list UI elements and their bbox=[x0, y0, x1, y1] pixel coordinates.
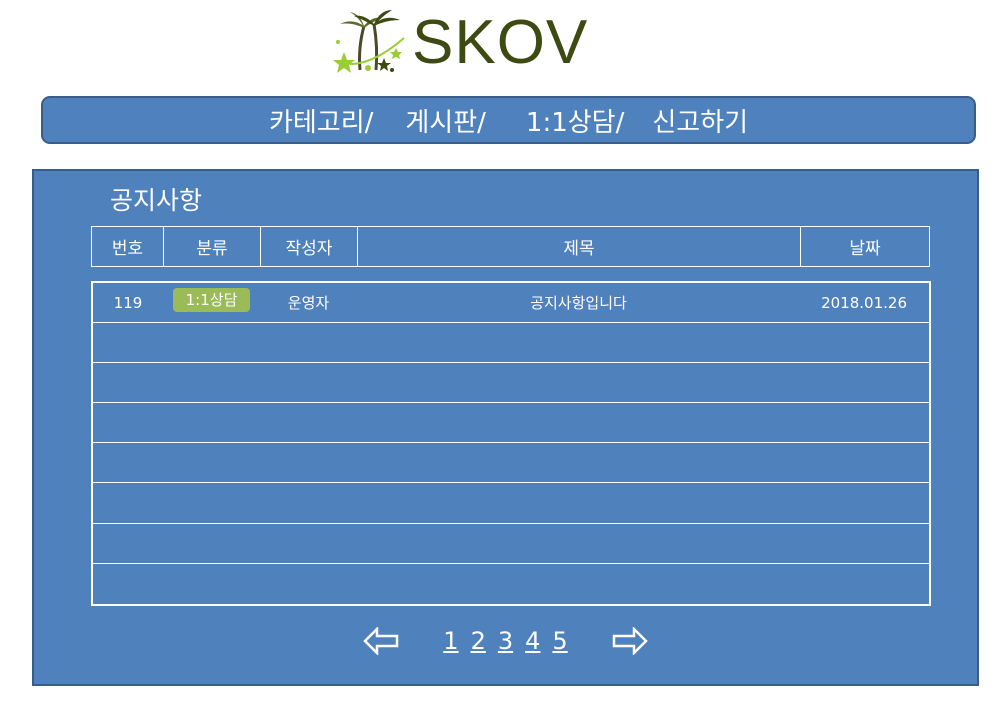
column-header-number: 번호 bbox=[92, 227, 164, 266]
page-3-link[interactable]: 3 bbox=[498, 627, 513, 655]
column-header-subject: 제목 bbox=[358, 227, 801, 266]
top-nav-bar: 카테고리/ 게시판/ 1:1상담/ 신고하기 bbox=[41, 96, 976, 144]
post-list: 119 1:1상담 운영자 공지사항입니다 2018.01.26 bbox=[91, 281, 931, 606]
page-4-link[interactable]: 4 bbox=[525, 627, 540, 655]
table-row bbox=[93, 403, 929, 444]
nav-item-category[interactable]: 카테고리/ bbox=[269, 102, 373, 139]
table-row bbox=[93, 524, 929, 564]
palm-tree-icon bbox=[333, 10, 405, 73]
post-number: 119 bbox=[113, 293, 143, 312]
pagination: 1 2 3 4 5 bbox=[34, 616, 977, 666]
post-category-cell: 1:1상담 bbox=[163, 283, 260, 322]
column-header-category: 분류 bbox=[164, 227, 261, 266]
post-author: 운영자 bbox=[287, 294, 330, 313]
column-header-author: 작성자 bbox=[261, 227, 358, 266]
nav-item-report[interactable]: 신고하기 bbox=[652, 102, 748, 139]
next-page-arrow-icon[interactable] bbox=[612, 627, 648, 655]
table-row bbox=[93, 483, 929, 524]
page-number-list: 1 2 3 4 5 bbox=[437, 627, 573, 655]
notice-board-panel: 공지사항 번호 분류 작성자 제목 날짜 119 1:1상담 운영자 공지사항입… bbox=[32, 169, 979, 686]
table-row bbox=[93, 363, 929, 404]
page-2-link[interactable]: 2 bbox=[471, 627, 486, 655]
page-title: 공지사항 bbox=[110, 186, 203, 215]
table-row bbox=[93, 564, 929, 604]
page-5-link[interactable]: 5 bbox=[552, 627, 567, 655]
table-row bbox=[93, 323, 929, 364]
table-row[interactable]: 119 1:1상담 운영자 공지사항입니다 2018.01.26 bbox=[93, 283, 929, 324]
post-date: 2018.01.26 bbox=[821, 293, 907, 312]
column-header-date: 날짜 bbox=[849, 239, 881, 259]
post-subject-link[interactable]: 공지사항입니다 bbox=[357, 283, 800, 322]
nav-item-board[interactable]: 게시판/ bbox=[405, 102, 486, 139]
table-row bbox=[93, 443, 929, 484]
table-header: 번호 분류 작성자 제목 날짜 bbox=[91, 226, 930, 267]
logo-text: SKOV bbox=[412, 8, 589, 77]
page-1-link[interactable]: 1 bbox=[443, 627, 458, 655]
nav-item-consultation[interactable]: 1:1상담/ bbox=[526, 102, 624, 139]
previous-page-arrow-icon[interactable] bbox=[363, 627, 399, 655]
skov-logo[interactable]: SKOV bbox=[330, 8, 588, 78]
category-badge: 1:1상담 bbox=[172, 287, 251, 312]
